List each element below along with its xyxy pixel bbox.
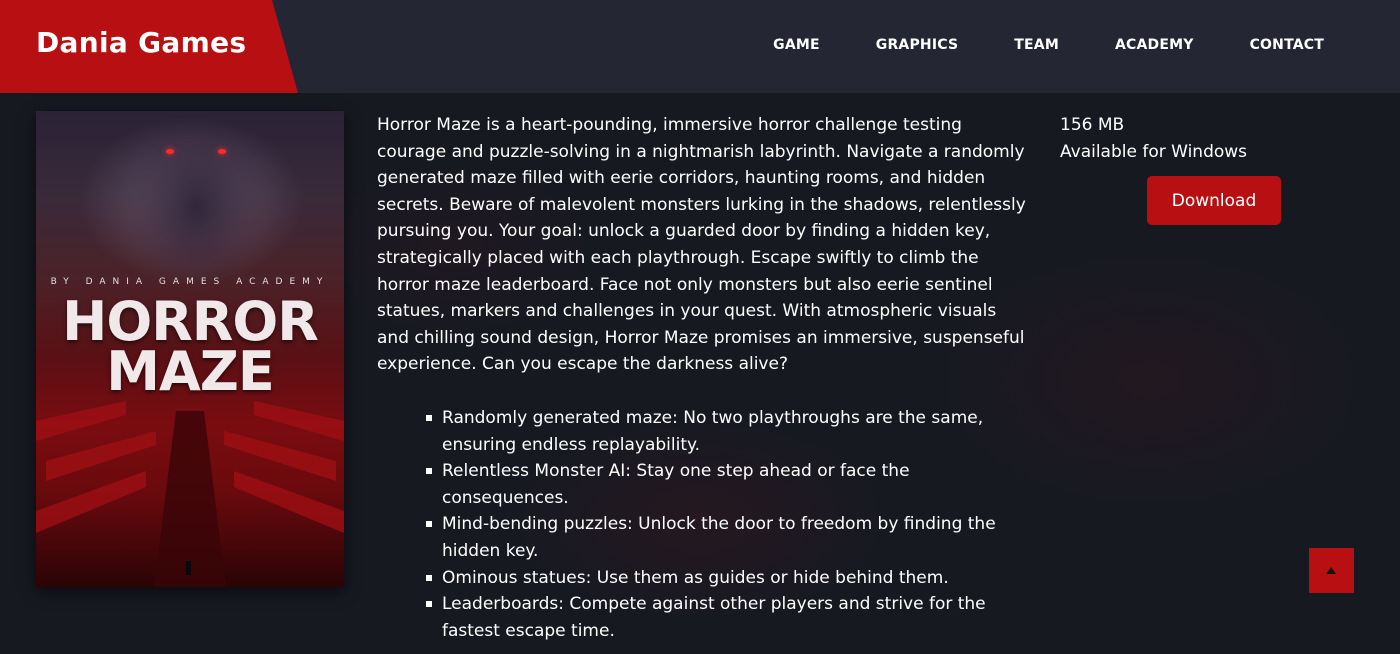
nav-item-team[interactable]: TEAM bbox=[1014, 37, 1059, 53]
monster-eye-right bbox=[218, 149, 226, 154]
nav-item-contact[interactable]: CONTACT bbox=[1250, 37, 1324, 53]
monster-eye-left bbox=[166, 149, 174, 154]
main-nav: GAME GRAPHICS TEAM ACADEMY CONTACT bbox=[717, 37, 1324, 53]
bullet-icon bbox=[426, 468, 432, 475]
page: Dania Games GAME GRAPHICS TEAM ACADEMY C… bbox=[0, 0, 1400, 654]
nav-item-academy[interactable]: ACADEMY bbox=[1115, 37, 1194, 53]
feature-item: Leaderboards: Compete against other play… bbox=[377, 591, 1027, 644]
feature-list: Randomly generated maze: No two playthro… bbox=[377, 405, 1027, 644]
bullet-icon bbox=[426, 415, 432, 421]
feature-item: Randomly generated maze: No two playthro… bbox=[377, 405, 1027, 458]
nav-item-graphics[interactable]: GRAPHICS bbox=[876, 37, 959, 53]
brand-block[interactable]: Dania Games bbox=[0, 0, 298, 93]
feature-item: Relentless Monster AI: Stay one step ahe… bbox=[377, 458, 1027, 511]
caret-up-icon bbox=[1326, 567, 1336, 574]
download-button[interactable]: Download bbox=[1147, 176, 1281, 225]
platform-availability: Available for Windows bbox=[1060, 141, 1248, 162]
cover-figure bbox=[186, 561, 191, 575]
download-info: 156 MB Available for Windows bbox=[1060, 112, 1247, 165]
file-size: 156 MB bbox=[1060, 115, 1125, 135]
feature-text: Leaderboards: Compete against other play… bbox=[442, 594, 986, 641]
cover-title-line2: MAZE bbox=[106, 340, 275, 403]
bullet-icon bbox=[426, 521, 432, 528]
feature-item: Mind-bending puzzles: Unlock the door to… bbox=[377, 511, 1027, 564]
cover-maze-illustration bbox=[36, 401, 344, 587]
game-description: Horror Maze is a heart-pounding, immersi… bbox=[377, 115, 1026, 375]
feature-item: Ominous statues: Use them as guides or h… bbox=[377, 565, 1027, 592]
cover-title: HORROR MAZE bbox=[36, 295, 344, 403]
cover-monster-illustration bbox=[126, 121, 266, 291]
feature-text: Relentless Monster AI: Stay one step ahe… bbox=[442, 461, 910, 508]
site-header: Dania Games GAME GRAPHICS TEAM ACADEMY C… bbox=[0, 0, 1400, 93]
feature-text: Ominous statues: Use them as guides or h… bbox=[442, 567, 949, 588]
cover-byline: BY DANIA GAMES ACADEMY bbox=[50, 277, 330, 287]
game-cover-image: BY DANIA GAMES ACADEMY HORROR MAZE bbox=[36, 111, 344, 587]
feature-text: Mind-bending puzzles: Unlock the door to… bbox=[442, 514, 996, 561]
bullet-icon bbox=[426, 574, 432, 581]
feature-text: Randomly generated maze: No two playthro… bbox=[442, 408, 984, 455]
back-to-top-button[interactable] bbox=[1309, 548, 1354, 593]
brand-logo-text[interactable]: Dania Games bbox=[36, 26, 246, 59]
nav-item-game[interactable]: GAME bbox=[773, 37, 820, 53]
bullet-icon bbox=[426, 601, 432, 608]
